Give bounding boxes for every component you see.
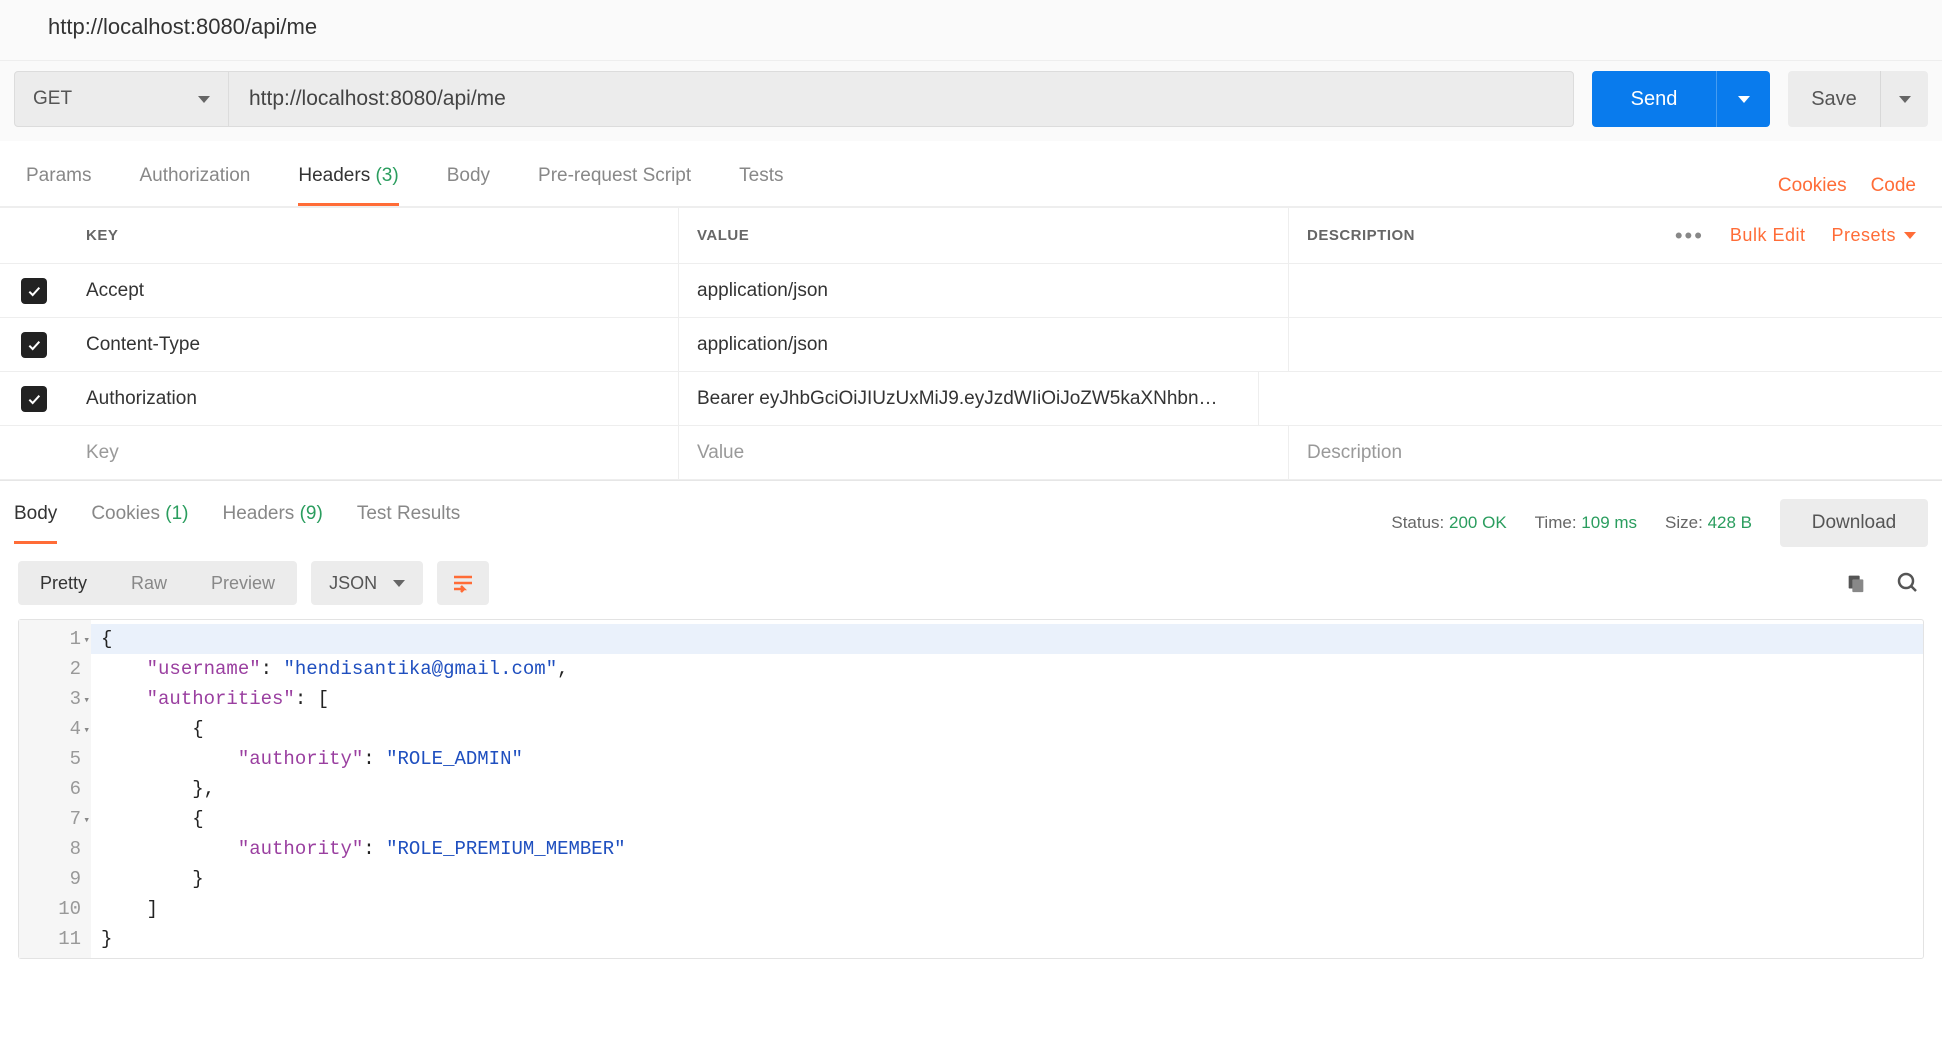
tab-params[interactable]: Params	[26, 165, 91, 206]
time-value: 109 ms	[1581, 513, 1637, 532]
url-value: http://localhost:8080/api/me	[249, 87, 506, 111]
request-tabs: Params Authorization Headers (3) Body Pr…	[0, 141, 1942, 207]
url-input[interactable]: http://localhost:8080/api/me	[229, 71, 1574, 127]
checkbox[interactable]	[21, 278, 47, 304]
response-bar: Body Cookies (1) Headers (9) Test Result…	[0, 480, 1942, 547]
request-row: GET http://localhost:8080/api/me Send Sa…	[0, 61, 1942, 141]
request-title: http://localhost:8080/api/me	[0, 0, 1942, 61]
tab-headers-count: (3)	[375, 165, 398, 186]
header-value-input[interactable]: Value	[678, 426, 1288, 479]
response-tab-headers[interactable]: Headers (9)	[222, 503, 322, 544]
download-button[interactable]: Download	[1780, 499, 1928, 547]
header-key-cell[interactable]: Content-Type	[68, 334, 678, 356]
tab-headers[interactable]: Headers (3)	[298, 165, 398, 206]
view-pretty[interactable]: Pretty	[18, 561, 109, 605]
send-button[interactable]: Send	[1592, 71, 1716, 127]
size-label: Size: 428 B	[1665, 513, 1752, 533]
code-link[interactable]: Code	[1871, 175, 1916, 197]
copy-icon[interactable]	[1840, 567, 1872, 599]
size-value: 428 B	[1708, 513, 1752, 532]
wrap-icon	[451, 571, 475, 595]
header-desc-cell[interactable]	[1258, 372, 1942, 425]
status-label: Status: 200 OK	[1391, 513, 1506, 533]
tab-tests[interactable]: Tests	[739, 165, 783, 206]
cookies-link[interactable]: Cookies	[1778, 175, 1847, 197]
chevron-down-icon	[1899, 96, 1911, 103]
response-view-bar: Pretty Raw Preview JSON	[0, 547, 1942, 619]
tab-headers-label: Headers	[298, 165, 370, 186]
view-mode-tabs: Pretty Raw Preview	[18, 561, 297, 605]
more-icon[interactable]: •••	[1675, 223, 1704, 249]
response-tab-cookies[interactable]: Cookies (1)	[91, 503, 188, 544]
header-desc-cell[interactable]	[1288, 264, 1942, 317]
http-method-value: GET	[33, 88, 72, 110]
chevron-down-icon	[1904, 232, 1916, 239]
header-row-new: Key Value Description	[0, 426, 1942, 480]
view-raw[interactable]: Raw	[109, 561, 189, 605]
header-row: Content-Type application/json	[0, 318, 1942, 372]
app-window: http://localhost:8080/api/me GET http://…	[0, 0, 1942, 959]
chevron-down-icon	[198, 96, 210, 103]
view-preview[interactable]: Preview	[189, 561, 297, 605]
header-key-cell[interactable]: Accept	[68, 280, 678, 302]
checkbox[interactable]	[21, 332, 47, 358]
response-tab-test-results[interactable]: Test Results	[357, 503, 460, 544]
header-key-cell[interactable]: Authorization	[68, 388, 678, 410]
header-value-cell[interactable]: application/json	[678, 264, 1288, 317]
save-dropdown[interactable]	[1880, 71, 1928, 127]
header-row: Authorization Bearer eyJhbGciOiJIUzUxMiJ…	[0, 372, 1942, 426]
response-body: 1 2 3 4 5 6 7 8 9 10 11 { "username": "h…	[18, 619, 1924, 959]
checkbox[interactable]	[21, 386, 47, 412]
tab-prerequest[interactable]: Pre-request Script	[538, 165, 691, 206]
send-dropdown[interactable]	[1716, 71, 1770, 127]
chevron-down-icon	[1738, 96, 1750, 103]
line-gutter: 1 2 3 4 5 6 7 8 9 10 11	[19, 620, 91, 958]
save-button[interactable]: Save	[1788, 71, 1880, 127]
col-description: DESCRIPTION ••• Bulk Edit Presets	[1288, 208, 1942, 263]
save-button-group: Save	[1788, 71, 1928, 127]
chevron-down-icon	[393, 580, 405, 587]
search-icon[interactable]	[1892, 567, 1924, 599]
tab-authorization[interactable]: Authorization	[139, 165, 250, 206]
bulk-edit-link[interactable]: Bulk Edit	[1730, 225, 1806, 246]
header-value-cell[interactable]: application/json	[678, 318, 1288, 371]
header-value-cell[interactable]: Bearer eyJhbGciOiJIUzUxMiJ9.eyJzdWIiOiJo…	[678, 372, 1258, 425]
header-desc-input[interactable]: Description	[1288, 426, 1942, 479]
col-value: VALUE	[678, 208, 1288, 263]
tab-body[interactable]: Body	[447, 165, 490, 206]
http-method-select[interactable]: GET	[14, 71, 229, 127]
time-label: Time: 109 ms	[1535, 513, 1637, 533]
col-key: KEY	[68, 227, 678, 244]
response-tab-body[interactable]: Body	[14, 503, 57, 544]
presets-dropdown[interactable]: Presets	[1831, 225, 1916, 246]
response-code[interactable]: { "username": "hendisantika@gmail.com", …	[91, 620, 1923, 958]
headers-table-head: KEY VALUE DESCRIPTION ••• Bulk Edit Pres…	[0, 208, 1942, 264]
header-desc-cell[interactable]	[1288, 318, 1942, 371]
wrap-lines-button[interactable]	[437, 561, 489, 605]
status-value: 200 OK	[1449, 513, 1507, 532]
headers-table: KEY VALUE DESCRIPTION ••• Bulk Edit Pres…	[0, 207, 1942, 480]
format-select[interactable]: JSON	[311, 561, 423, 605]
header-row: Accept application/json	[0, 264, 1942, 318]
header-key-input[interactable]: Key	[68, 442, 678, 464]
send-button-group: Send	[1592, 71, 1770, 127]
